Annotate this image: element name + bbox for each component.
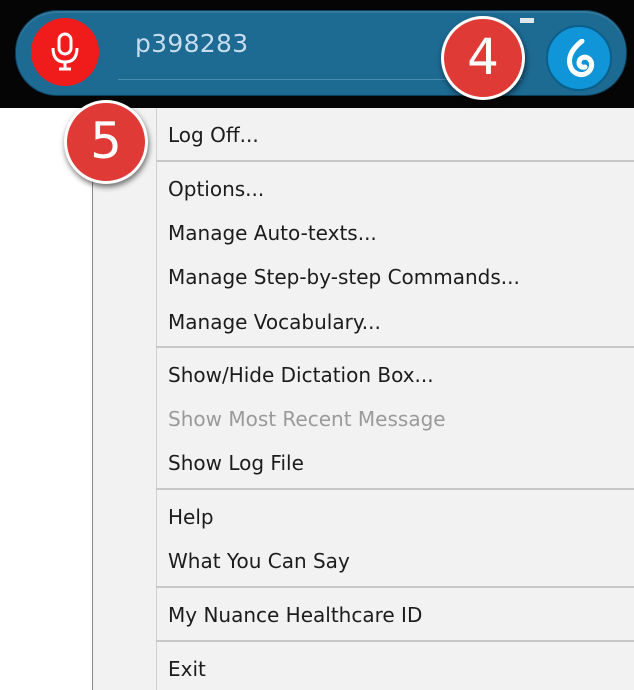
username-label: p398283 — [135, 29, 249, 58]
menu-separator — [156, 640, 634, 642]
menu-item-show-most-recent-message: Show Most Recent Message — [168, 407, 446, 431]
microphone-icon — [51, 32, 79, 71]
callout-badge-5: 5 — [64, 100, 148, 184]
menu-separator — [156, 346, 634, 348]
menu-item-manage-auto-texts[interactable]: Manage Auto-texts... — [168, 213, 377, 253]
minimize-icon[interactable] — [520, 18, 534, 23]
menu-item-show-hide-dictation-box[interactable]: Show/Hide Dictation Box... — [168, 355, 434, 395]
menu-item-manage-vocabulary[interactable]: Manage Vocabulary... — [168, 302, 381, 342]
menu-separator — [156, 586, 634, 588]
menu-item-log-off[interactable]: Log Off... — [168, 115, 259, 155]
menu-item-exit[interactable]: Exit — [168, 649, 206, 689]
menu-icon-gutter — [156, 108, 157, 690]
menu-item-help[interactable]: Help — [168, 497, 214, 537]
menu-item-show-log-file[interactable]: Show Log File — [168, 443, 304, 483]
menu-separator — [156, 160, 634, 162]
menu-item-manage-step-by-step-commands[interactable]: Manage Step-by-step Commands... — [168, 257, 520, 297]
menu-item-options[interactable]: Options... — [168, 169, 264, 209]
menu-separator — [156, 488, 634, 490]
menu-item-what-you-can-say[interactable]: What You Can Say — [168, 541, 350, 581]
callout-badge-4: 4 — [441, 16, 525, 100]
dragon-menu-button[interactable] — [546, 25, 612, 91]
microphone-button[interactable] — [31, 18, 99, 86]
dragon-logo-icon — [567, 39, 595, 78]
dictation-toolbar[interactable] — [15, 10, 627, 96]
menu-item-my-nuance-healthcare-id[interactable]: My Nuance Healthcare ID — [168, 595, 422, 635]
